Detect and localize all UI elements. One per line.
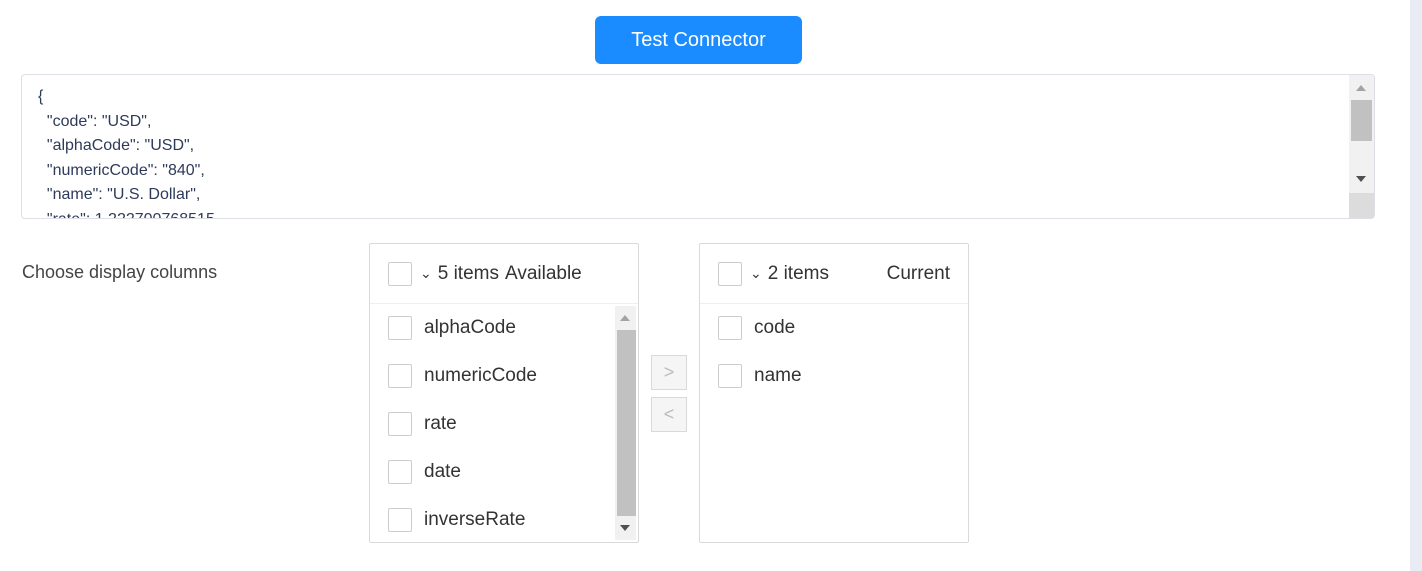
current-title: Current [886,262,950,284]
available-header: ⌄ 5 items Available [370,244,638,304]
item-checkbox[interactable] [388,412,412,436]
scroll-thumb[interactable] [617,330,636,516]
item-checkbox[interactable] [388,508,412,532]
available-count: 5 items [437,262,499,284]
list-item[interactable]: name [700,352,968,400]
resize-handle-icon[interactable] [1349,193,1374,218]
available-scrollbar[interactable] [615,306,636,540]
current-count: 2 items [767,262,829,284]
available-list: ⌄ 5 items Available alphaCode numericCod… [369,243,639,543]
select-all-available-checkbox[interactable] [388,261,412,286]
list-item[interactable]: inverseRate [370,496,638,544]
json-response-textarea[interactable]: { "code": "USD", "alphaCode": "USD", "nu… [21,74,1375,219]
list-item[interactable]: code [700,304,968,352]
choose-columns-label: Choose display columns [22,262,218,282]
current-list: ⌄ 2 items Current code name [699,243,969,543]
chevron-down-icon[interactable]: ⌄ [420,265,432,282]
current-header: ⌄ 2 items Current [700,244,968,304]
item-label: name [754,365,802,386]
test-connector-button[interactable]: Test Connector [595,16,802,64]
item-label: date [424,461,461,482]
scroll-down-icon[interactable] [620,525,630,531]
list-item[interactable]: numericCode [370,352,638,400]
move-right-button[interactable]: > [651,355,687,390]
scroll-up-icon[interactable] [620,315,630,321]
scroll-thumb[interactable] [1351,100,1372,141]
list-item[interactable]: alphaCode [370,304,638,352]
available-title: Available [504,262,582,284]
move-left-button[interactable]: < [651,397,687,432]
item-label: numericCode [424,365,537,386]
item-checkbox[interactable] [718,364,742,388]
item-label: alphaCode [424,317,516,338]
page-scrollbar-track [1410,0,1422,571]
list-item[interactable]: rate [370,400,638,448]
scroll-down-icon[interactable] [1356,176,1366,182]
item-label: inverseRate [424,509,526,530]
item-label: rate [424,413,457,434]
json-text: { "code": "USD", "alphaCode": "USD", "nu… [38,88,215,219]
textarea-scrollbar[interactable] [1349,75,1374,218]
item-checkbox[interactable] [388,460,412,484]
item-checkbox[interactable] [718,316,742,340]
item-label: code [754,317,796,338]
select-all-current-checkbox[interactable] [718,261,742,286]
item-checkbox[interactable] [388,316,412,340]
chevron-down-icon[interactable]: ⌄ [750,265,762,282]
item-checkbox[interactable] [388,364,412,388]
list-item[interactable]: date [370,448,638,496]
scroll-up-icon[interactable] [1356,85,1366,91]
